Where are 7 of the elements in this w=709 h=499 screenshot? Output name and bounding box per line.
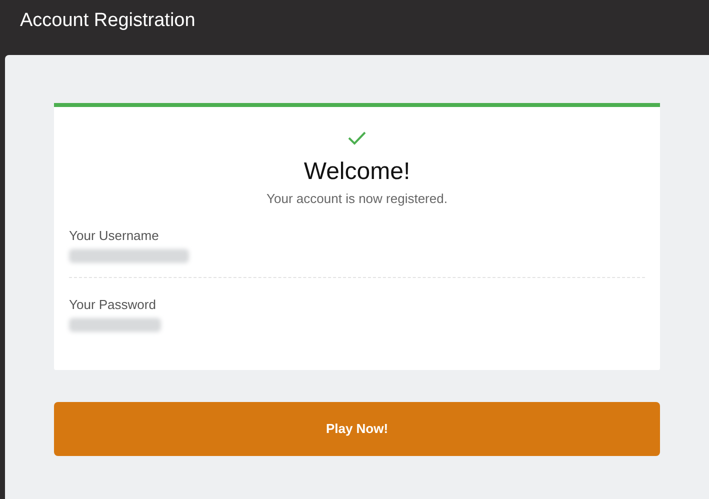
play-now-button[interactable]: Play Now! [54,402,660,456]
field-label: Your Password [69,296,157,314]
welcome-heading: Welcome! [302,157,412,187]
window-title: Account Registration [20,9,196,34]
field-label: Your Username [69,226,160,244]
registration-message: Your account is now registered. [266,190,448,208]
check-icon [348,131,366,145]
